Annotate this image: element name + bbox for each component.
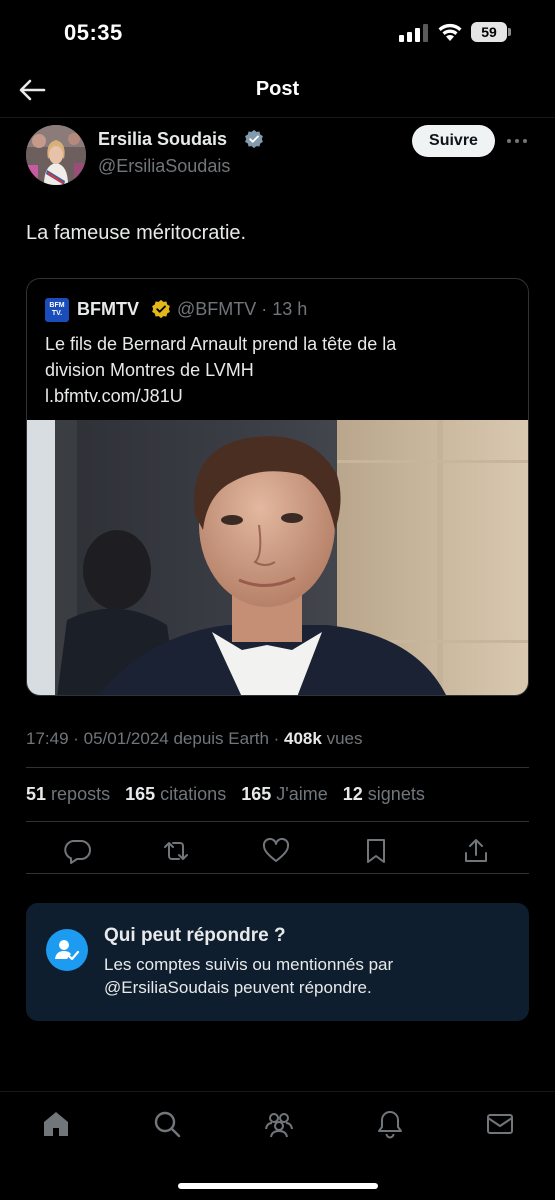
quoted-post[interactable]: BFM TV. BFMTV @BFMTV · 13 h Le fils de B… <box>26 278 529 696</box>
divider <box>26 821 529 822</box>
share-icon[interactable] <box>461 836 491 866</box>
divider <box>26 873 529 874</box>
author-name[interactable]: Ersilia Soudais <box>98 129 227 150</box>
reply-restriction-card: Qui peut répondre ? Les comptes suivis o… <box>26 903 529 1021</box>
verified-badge-icon <box>245 129 263 149</box>
cellular-signal-icon <box>399 24 428 42</box>
divider <box>26 767 529 768</box>
bookmark-icon[interactable] <box>361 836 391 866</box>
quoted-handle-time: @BFMTV · 13 h <box>177 299 308 319</box>
quoted-link[interactable]: l.bfmtv.com/J81U <box>45 383 515 409</box>
post-timestamp: 17:49 · 05/01/2024 depuis Earth · 408k v… <box>26 729 362 749</box>
mail-icon[interactable] <box>484 1108 516 1140</box>
status-bar: 05:35 59 <box>0 0 555 64</box>
verified-badge-icon <box>152 299 170 319</box>
stat-quotes[interactable]: 165 citations <box>125 784 226 804</box>
battery-indicator: 59 <box>471 22 511 42</box>
reply-restriction-description: Les comptes suivis ou mentionnés par @Er… <box>104 955 394 997</box>
post-actions <box>0 832 555 872</box>
quoted-text: Le fils de Bernard Arnault prend la tête… <box>45 331 515 409</box>
quoted-author-name: BFMTV <box>77 299 139 319</box>
status-time: 05:35 <box>64 20 123 45</box>
quoted-text-line: division Montres de LVMH <box>45 360 254 380</box>
quoted-text-line: Le fils de Bernard Arnault prend la tête… <box>45 334 397 354</box>
search-icon[interactable] <box>151 1108 183 1140</box>
reply-icon[interactable] <box>62 836 92 866</box>
follow-button[interactable]: Suivre <box>412 125 495 157</box>
more-dots-icon[interactable] <box>505 134 529 148</box>
home-indicator <box>178 1183 378 1189</box>
heart-icon[interactable] <box>261 836 291 866</box>
bell-icon[interactable] <box>374 1108 406 1140</box>
post-text: La fameuse méritocratie. <box>26 222 247 244</box>
views-label: vues <box>321 729 363 748</box>
author-handle[interactable]: @ErsiliaSoudais <box>98 156 230 177</box>
home-icon[interactable] <box>40 1108 72 1140</box>
top-header: Post <box>0 64 555 118</box>
wifi-icon <box>438 23 462 41</box>
mention-person-icon <box>46 929 88 971</box>
views-count: 408k <box>284 729 322 748</box>
bfmtv-logo: BFM TV. <box>45 298 69 322</box>
avatar[interactable] <box>26 125 86 185</box>
reply-restriction-title: Qui peut répondre ? <box>104 925 286 946</box>
stat-bookmarks[interactable]: 12 signets <box>343 784 425 804</box>
engagement-stats: 51 reposts 165 citations 165 J'aime 12 s… <box>26 784 435 805</box>
page-title: Post <box>255 78 300 100</box>
repost-icon[interactable] <box>161 836 191 866</box>
stat-likes[interactable]: 165 J'aime <box>241 784 328 804</box>
timestamp-text: 17:49 · 05/01/2024 depuis Earth · <box>26 729 285 748</box>
battery-level: 59 <box>481 24 497 40</box>
post-author: Ersilia Soudais @ErsiliaSoudais Suivre <box>0 118 555 198</box>
communities-icon[interactable] <box>263 1108 295 1140</box>
quoted-photo[interactable] <box>27 420 528 695</box>
stat-reposts[interactable]: 51 reposts <box>26 784 110 804</box>
